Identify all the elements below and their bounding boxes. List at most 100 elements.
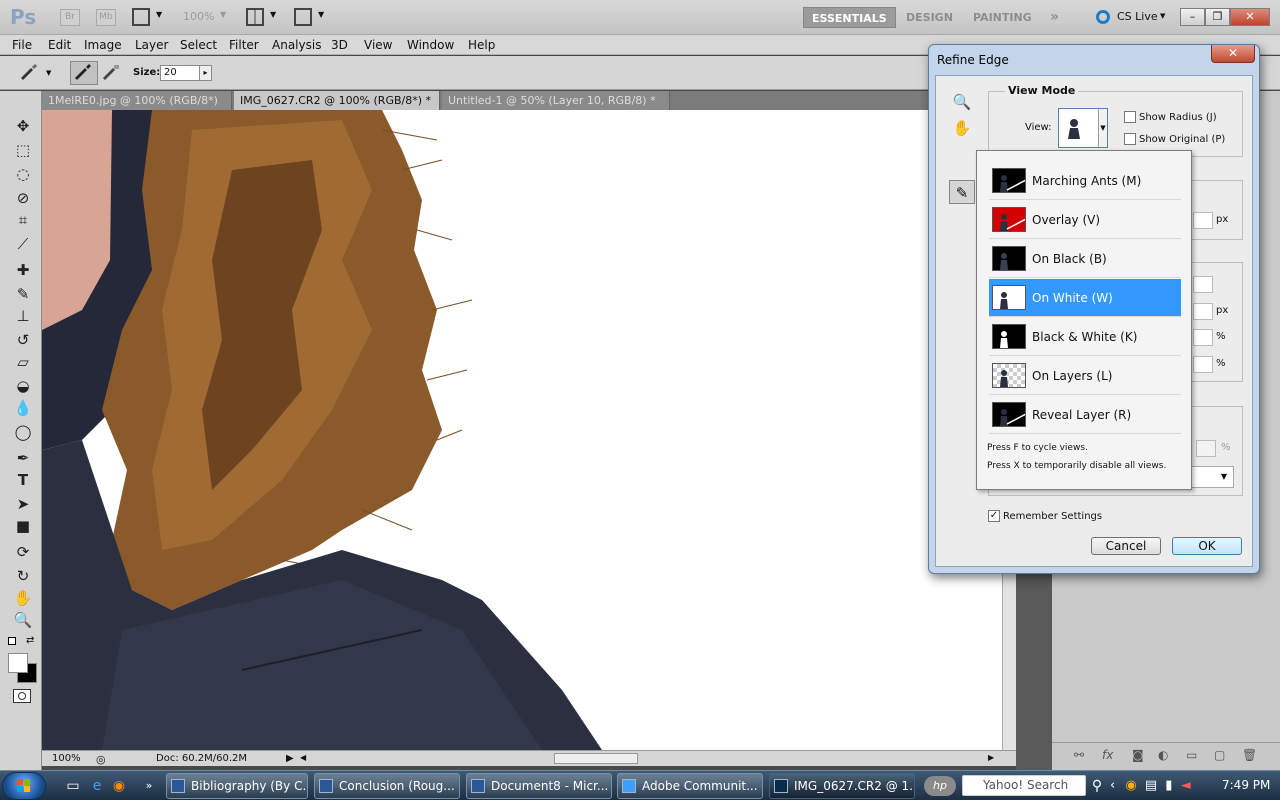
menu-select[interactable]: Select [180, 38, 217, 52]
screen-mode-icon[interactable] [294, 8, 312, 26]
status-menu-arrow-icon[interactable]: ▶ [286, 753, 294, 764]
battery-icon[interactable]: ▮ [1165, 778, 1172, 793]
eyedropper-tool-icon[interactable]: ⟋ [12, 233, 34, 255]
history-brush-tool-icon[interactable]: ↺ [12, 329, 34, 351]
view-mode-on-black[interactable]: On Black (B) [989, 240, 1181, 278]
scroll-left-icon[interactable]: ◀ [300, 753, 306, 762]
pen-tool-icon[interactable]: ✒ [12, 447, 34, 469]
tab-untitled-1[interactable]: Untitled-1 @ 50% (Layer 10, RGB/8) *× [442, 91, 670, 126]
view-mode-on-white[interactable]: On White (W) [989, 279, 1181, 317]
new-group-icon[interactable]: ▭ [1186, 748, 1197, 762]
scroll-right-icon[interactable]: ▶ [988, 753, 994, 762]
view-mode-picker[interactable]: ▼ [1058, 108, 1108, 148]
view-mode-reveal-layer[interactable]: Reveal Layer (R) [989, 396, 1181, 434]
tab-img-0627[interactable]: IMG_0627.CR2 @ 100% (RGB/8*) *× [234, 91, 440, 126]
cancel-button[interactable]: Cancel [1091, 537, 1161, 555]
search-icon[interactable]: ⚲ [1088, 777, 1106, 795]
taskbar-item-conclusion[interactable]: Conclusion (Roug... [314, 773, 460, 799]
workspace-essentials[interactable]: ESSENTIALS [803, 7, 896, 28]
new-layer-icon[interactable]: ▢ [1214, 748, 1225, 762]
zoom-tool-icon[interactable]: 🔍 [949, 90, 975, 114]
eraser-tool-icon[interactable]: ▱ [12, 351, 34, 373]
taskbar-item-document8[interactable]: Document8 - Micr... [466, 773, 612, 799]
status-info-icon[interactable]: ◎ [96, 753, 106, 766]
menu-filter[interactable]: Filter [229, 38, 259, 52]
3d-rotate-tool-icon[interactable]: ⟳ [12, 541, 34, 563]
restore-button[interactable]: ❐ [1205, 8, 1230, 26]
chevron-down-icon[interactable]: ▼ [1098, 109, 1107, 147]
tray-app-icon[interactable]: ◉ [1125, 778, 1136, 793]
chevron-down-icon[interactable]: ▼ [220, 10, 226, 19]
show-original-checkbox[interactable] [1124, 133, 1136, 145]
tray-expand-icon[interactable]: ‹ [1110, 778, 1115, 793]
decontaminate-amount-input[interactable] [1196, 440, 1216, 457]
horizontal-scroll-thumb[interactable] [554, 753, 638, 764]
menu-analysis[interactable]: Analysis [272, 38, 321, 52]
link-layers-icon[interactable]: ⚯ [1074, 748, 1084, 762]
chevron-down-icon[interactable]: ▼ [270, 10, 276, 19]
layer-mask-icon[interactable]: ◙ [1132, 748, 1144, 762]
crop-tool-icon[interactable]: ⌗ [12, 209, 34, 231]
healing-brush-tool-icon[interactable]: ✚ [12, 259, 34, 281]
default-colors-icon[interactable] [8, 637, 16, 645]
move-tool-icon[interactable]: ✥ [12, 115, 34, 137]
swap-colors-icon[interactable]: ⇄ [26, 635, 34, 646]
hand-tool-icon[interactable]: ✋ [949, 116, 975, 140]
refine-radius-tool-icon[interactable] [70, 61, 98, 85]
minimize-button[interactable]: – [1180, 8, 1205, 26]
size-input[interactable]: 20 [160, 65, 200, 81]
cs-live-menu[interactable]: CS Live [1117, 10, 1158, 23]
contrast-input[interactable] [1193, 329, 1213, 346]
lasso-tool-icon[interactable]: ◌ [12, 163, 34, 185]
chevron-down-icon[interactable]: ▼ [156, 10, 162, 19]
menu-layer[interactable]: Layer [135, 38, 168, 52]
adjustment-layer-icon[interactable]: ◐ [1158, 748, 1168, 762]
chevron-down-icon[interactable]: ▼ [46, 69, 51, 77]
rectangle-tool-icon[interactable]: ■ [12, 515, 34, 537]
dialog-close-button[interactable]: ✕ [1211, 45, 1255, 63]
taskbar-item-bibliography[interactable]: Bibliography (By C... [166, 773, 308, 799]
remember-settings-checkbox[interactable]: ✓ [988, 510, 1000, 522]
zoom-level[interactable]: 100% [183, 10, 214, 23]
start-button[interactable] [2, 772, 46, 800]
smooth-input[interactable] [1193, 276, 1213, 293]
clone-stamp-tool-icon[interactable]: ⊥ [12, 305, 34, 327]
tool-preset-picker[interactable] [16, 61, 44, 85]
view-mode-marching-ants[interactable]: Marching Ants (M) [989, 162, 1181, 200]
layer-style-icon[interactable]: fx [1102, 748, 1113, 762]
radius-input[interactable] [1193, 212, 1213, 229]
size-stepper[interactable]: ▸ [199, 65, 212, 81]
view-mode-on-layers[interactable]: On Layers (L) [989, 357, 1181, 395]
hand-tool-icon[interactable]: ✋ [12, 587, 34, 609]
menu-help[interactable]: Help [468, 38, 495, 52]
document-canvas[interactable] [42, 110, 1002, 750]
menu-view[interactable]: View [364, 38, 392, 52]
3d-orbit-tool-icon[interactable]: ↻ [12, 565, 34, 587]
marquee-tool-icon[interactable]: ⬚ [12, 139, 34, 161]
refine-radius-tool-icon[interactable]: ✎ [949, 180, 975, 204]
hp-icon[interactable]: hp [924, 776, 956, 796]
view-mode-overlay[interactable]: Overlay (V) [989, 201, 1181, 239]
view-mode-black-white[interactable]: Black & White (K) [989, 318, 1181, 356]
chevron-down-icon[interactable]: ▼ [1160, 12, 1165, 20]
chevron-down-icon[interactable]: ▼ [318, 10, 324, 19]
type-tool-icon[interactable]: T [12, 469, 34, 491]
delete-layer-icon[interactable]: 🗑 [1242, 748, 1257, 762]
minibridge-button[interactable]: Mb [96, 9, 116, 26]
firefox-icon[interactable]: ◉ [110, 777, 128, 795]
menu-3d[interactable]: 3D [331, 38, 348, 52]
more-workspaces-button[interactable]: » [1042, 7, 1067, 28]
shift-edge-input[interactable] [1193, 356, 1213, 373]
feather-input[interactable] [1193, 303, 1213, 320]
show-desktop-icon[interactable]: ▭ [64, 777, 82, 795]
zoom-tool-icon[interactable]: 🔍 [12, 609, 34, 631]
internet-explorer-icon[interactable]: e [88, 777, 106, 795]
quick-selection-tool-icon[interactable]: ⊘ [12, 187, 34, 209]
quick-launch-more-icon[interactable]: » [140, 777, 158, 795]
foreground-color-swatch[interactable] [8, 653, 28, 673]
path-selection-tool-icon[interactable]: ➤ [12, 493, 34, 515]
blur-tool-icon[interactable]: 💧 [12, 397, 34, 419]
dodge-tool-icon[interactable]: ◯ [12, 421, 34, 443]
menu-edit[interactable]: Edit [48, 38, 71, 52]
workspace-design[interactable]: DESIGN [898, 7, 961, 28]
